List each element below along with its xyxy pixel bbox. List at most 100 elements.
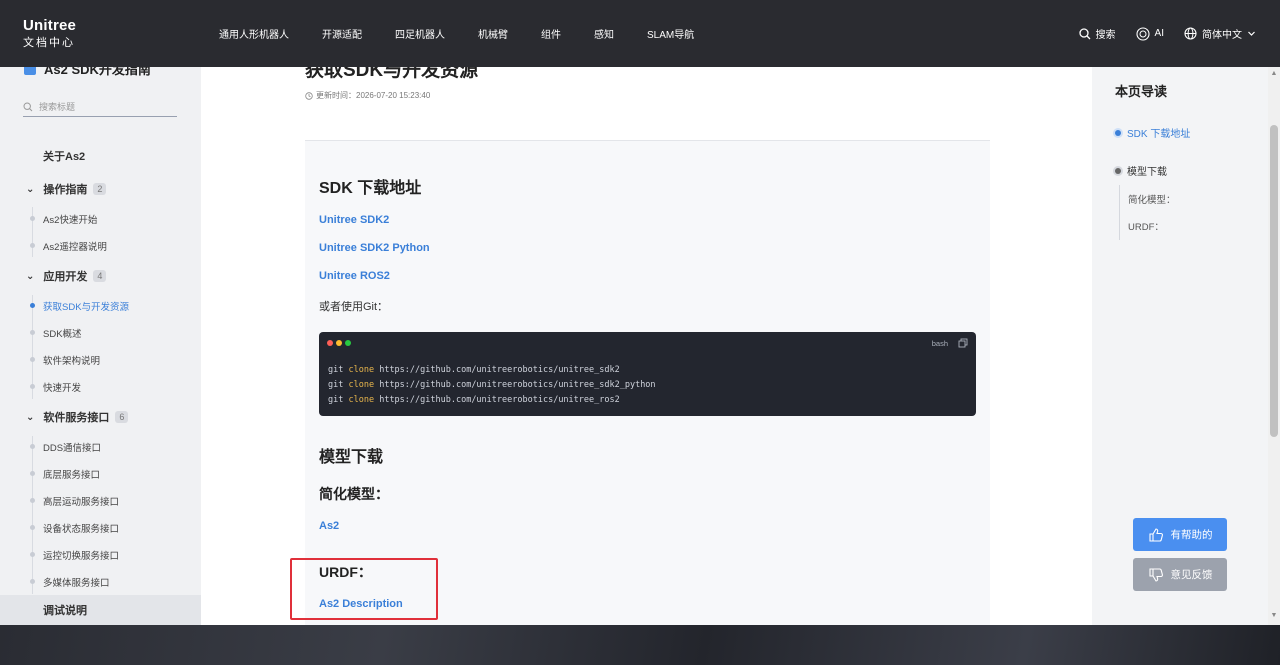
chevron-down-icon: ⌄ <box>26 270 35 282</box>
book-icon <box>24 67 36 75</box>
link-unitree-sdk2-python[interactable]: Unitree SDK2 Python <box>319 242 430 254</box>
background-band <box>0 625 1280 665</box>
helpful-button[interactable]: 有帮助的 <box>1133 518 1227 551</box>
code-url: https://github.com/unitreerobotics/unitr… <box>379 395 620 405</box>
clock-icon <box>305 91 313 100</box>
nav-item-open-source[interactable]: 开源适配 <box>322 26 362 41</box>
feedback-label: 意见反馈 <box>1170 569 1213 581</box>
code-lines: git clone https://github.com/unitreerobo… <box>328 363 656 408</box>
ai-label: AI <box>1154 28 1164 39</box>
feedback-button[interactable]: 意见反馈 <box>1133 558 1227 591</box>
main-nav: 通用人形机器人 开源适配 四足机器人 机械臂 组件 感知 SLAM导航 <box>219 0 727 67</box>
search-label: 搜索 <box>1095 30 1116 41</box>
toc-item-label: 模型下载 <box>1127 167 1167 178</box>
toc-bullet <box>1115 129 1121 136</box>
search-input[interactable]: 搜索标题 <box>39 100 75 113</box>
count-badge: 4 <box>93 270 107 282</box>
nav-item-slam[interactable]: SLAM导航 <box>647 26 694 41</box>
dot-yellow <box>336 340 342 346</box>
nav-item-components[interactable]: 组件 <box>541 26 561 41</box>
globe-icon <box>1184 27 1197 40</box>
code-url: https://github.com/unitreerobotics/unitr… <box>379 380 656 390</box>
dot-red <box>327 340 333 346</box>
search-icon <box>1078 27 1091 39</box>
helpful-label: 有帮助的 <box>1170 529 1213 541</box>
section-label: 软件服务接口 <box>43 412 110 424</box>
code-line: git clone https://github.com/unitreerobo… <box>328 363 656 378</box>
nav-item-perception[interactable]: 感知 <box>594 26 614 41</box>
top-navbar: Unitree 文档中心 通用人形机器人 开源适配 四足机器人 机械臂 组件 感… <box>0 0 1280 67</box>
code-url: https://github.com/unitreerobotics/unitr… <box>379 365 620 375</box>
sidebar-item-get-sdk[interactable]: 获取SDK与开发资源 <box>0 295 201 317</box>
sidebar-title: As2 SDK开发指南 <box>24 67 151 78</box>
sidebar-item-remote[interactable]: As2遥控器说明 <box>0 235 201 257</box>
toc-sub-urdf[interactable]: URDF： <box>1128 219 1164 233</box>
toc-item-model-download[interactable]: 模型下载 <box>1115 163 1167 178</box>
code-keyword: clone <box>348 395 375 405</box>
sidebar-item-motion-switch[interactable]: 运控切换服务接口 <box>0 544 201 566</box>
heading-simplified-model: 简化模型： <box>319 486 389 502</box>
logo[interactable]: Unitree 文档中心 <box>23 17 76 49</box>
nav-item-humanoid[interactable]: 通用人形机器人 <box>219 26 289 41</box>
chevron-down-icon <box>1248 31 1255 36</box>
section-label: 应用开发 <box>43 271 88 283</box>
toc-tree-line <box>1119 185 1120 240</box>
sidebar-search[interactable]: 搜索标题 <box>23 97 177 117</box>
nav-item-quadruped[interactable]: 四足机器人 <box>395 26 445 41</box>
thumbs-down-icon <box>1148 567 1163 582</box>
git-text: 或者使用Git： <box>319 301 389 313</box>
updated-text: 更新时间：2026-07-20 15:23:40 <box>316 91 431 100</box>
nav-item-robot-arm[interactable]: 机械臂 <box>478 26 508 41</box>
scroll-up-icon[interactable]: ▲ <box>1270 70 1278 78</box>
code-language: bash <box>931 339 948 348</box>
sidebar-item-low-level[interactable]: 底层服务接口 <box>0 463 201 485</box>
page-title: 获取SDK与开发资源 <box>305 67 479 81</box>
sidebar-item-sdk-overview[interactable]: SDK概述 <box>0 322 201 344</box>
sidebar-title-text: As2 SDK开发指南 <box>44 67 151 77</box>
code-cmd: git <box>328 395 344 405</box>
code-cmd: git <box>328 380 344 390</box>
link-unitree-sdk2[interactable]: Unitree SDK2 <box>319 214 389 226</box>
count-badge: 6 <box>115 411 129 423</box>
window-dots <box>327 340 354 346</box>
sidebar-item-device-state[interactable]: 设备状态服务接口 <box>0 517 201 539</box>
search-button[interactable]: 搜索 <box>1078 26 1116 41</box>
sidebar-item-about[interactable]: 关于As2 <box>0 141 201 171</box>
sidebar-item-architecture[interactable]: 软件架构说明 <box>0 349 201 371</box>
main-content: 获取SDK与开发资源 更新时间：2026-07-20 15:23:40 SDK … <box>201 67 1092 625</box>
sidebar-section-services[interactable]: ⌄ 软件服务接口 6 <box>0 404 201 430</box>
highlight-box <box>290 558 438 620</box>
toc-bullet <box>1115 167 1121 174</box>
heading-model-download: 模型下载 <box>319 449 384 466</box>
thumbs-up-icon <box>1148 527 1163 542</box>
language-selector[interactable]: 简体中文 <box>1184 26 1256 41</box>
scrollbar-thumb[interactable] <box>1270 125 1278 437</box>
heading-sdk-download: SDK 下载地址 <box>319 180 422 197</box>
search-icon <box>23 101 33 111</box>
scroll-down-icon[interactable]: ▼ <box>1270 612 1278 620</box>
code-block: bash git clone https://github.com/unitre… <box>319 332 976 416</box>
header-tools: 搜索 AI 简体中文 <box>1059 0 1256 67</box>
sidebar-item-quick-dev[interactable]: 快速开发 <box>0 376 201 398</box>
sidebar-item-quickstart[interactable]: As2快速开始 <box>0 208 201 230</box>
logo-subtext: 文档中心 <box>23 36 75 49</box>
toc-sub-simplified[interactable]: 简化模型： <box>1128 192 1176 206</box>
ai-button[interactable]: AI <box>1135 26 1164 41</box>
sidebar: As2 SDK开发指南 搜索标题 关于As2 ⌄ 操作指南 2 As2快速开始 … <box>0 67 201 625</box>
code-keyword: clone <box>348 380 375 390</box>
sidebar-item-debug[interactable]: 调试说明 <box>0 595 201 625</box>
sidebar-section-dev[interactable]: ⌄ 应用开发 4 <box>0 263 201 289</box>
sidebar-item-dds[interactable]: DDS通信接口 <box>0 436 201 458</box>
sidebar-item-high-level[interactable]: 高层运动服务接口 <box>0 490 201 512</box>
sidebar-item-multimedia[interactable]: 多媒体服务接口 <box>0 571 201 593</box>
code-line: git clone https://github.com/unitreerobo… <box>328 393 656 408</box>
toc-item-sdk-download[interactable]: SDK 下载地址 <box>1115 125 1190 140</box>
link-as2-model[interactable]: As2 <box>319 520 339 532</box>
link-unitree-ros2[interactable]: Unitree ROS2 <box>319 270 390 282</box>
sidebar-section-guide[interactable]: ⌄ 操作指南 2 <box>0 176 201 202</box>
ai-icon <box>1135 26 1150 41</box>
copy-icon[interactable] <box>958 338 968 348</box>
code-line: git clone https://github.com/unitreerobo… <box>328 378 656 393</box>
article-body: SDK 下载地址 Unitree SDK2 Unitree SDK2 Pytho… <box>305 141 990 625</box>
code-keyword: clone <box>348 365 375 375</box>
